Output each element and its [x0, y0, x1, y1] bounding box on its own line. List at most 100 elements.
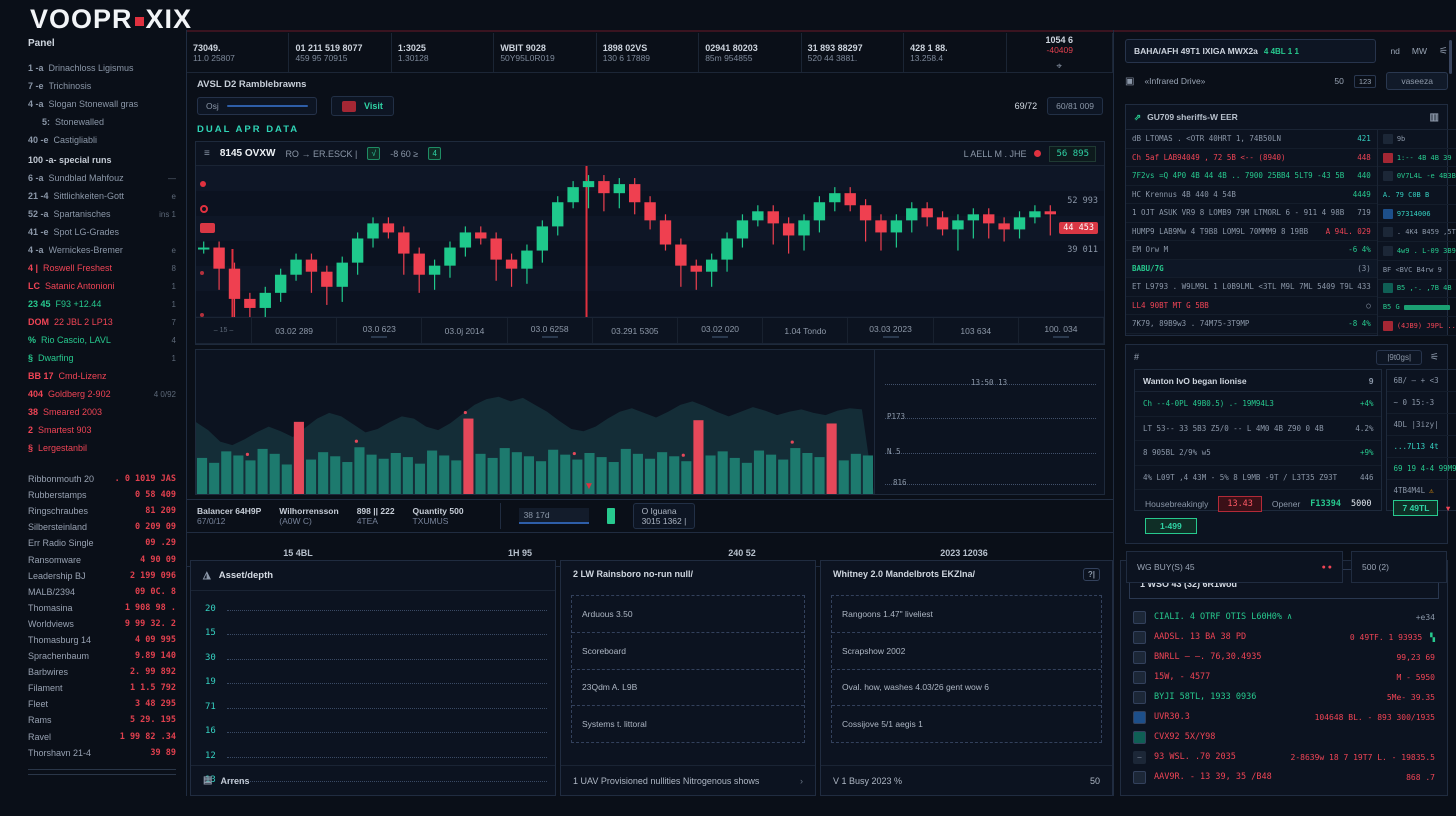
- down-red-icon[interactable]: ▼: [1444, 504, 1451, 513]
- watchlist-item[interactable]: 1 -aDrinachloss Ligismus: [28, 59, 176, 77]
- orderbook-row[interactable]: Ch 5af LAB94049 , 72 5B <-- (8940)448: [1126, 149, 1377, 168]
- panel-b-row[interactable]: Scoreboard: [572, 633, 804, 670]
- watchlist-item[interactable]: BB 17Cmd-Lizenz: [28, 367, 176, 385]
- orderbook-mini-row[interactable]: 4w9 . L-09 3B9 4B: [1378, 242, 1456, 261]
- toolbar-item[interactable]: RO → ER.ESCK |: [285, 149, 357, 159]
- watchlist-item[interactable]: LCSatanic Antonioni1: [28, 277, 176, 295]
- orderbook-row[interactable]: EM Orw M-6 4%: [1126, 241, 1377, 260]
- setup-row[interactable]: LT 53-- 33 5B3 Z5/0 -- L 4M0 4B Z90 0 4B…: [1135, 417, 1381, 442]
- orderbook-row[interactable]: dB LTOMAS . <OTR 40HRT 1, 74B50LN421: [1126, 130, 1377, 149]
- help-icon[interactable]: ?|: [1083, 568, 1100, 581]
- setup-row[interactable]: Ch --4-0PL 49B0.5) .- 19M94L3+4%: [1135, 392, 1381, 417]
- orderbook-row[interactable]: 1 OJT ASUK VR9 8 LOMB9 79M LTMORL 6 - 91…: [1126, 204, 1377, 223]
- watchlist-item[interactable]: 6 -aSundblad Mahfouz—: [28, 169, 176, 187]
- offer-row[interactable]: 15W, - 4577M - 5950: [1121, 667, 1447, 687]
- menu-icon[interactable]: ≡: [204, 148, 210, 159]
- range-slider[interactable]: Osj: [197, 97, 317, 115]
- watchlist-item[interactable]: DOM22 JBL 2 LP137: [28, 313, 176, 331]
- orderbook-mini-row[interactable]: BF <BVC B4rw 9: [1378, 261, 1456, 280]
- setup-side-row[interactable]: 6B/ — + <3: [1387, 370, 1456, 392]
- watchlist-item[interactable]: 404Goldberg 2-9024 0/92: [28, 385, 176, 403]
- panel-b-footer[interactable]: 1 UAV Provisioned nullities Nitrogenous …: [573, 776, 759, 786]
- panel-b-row[interactable]: 23Qdm A. L9B: [572, 670, 804, 707]
- orderbook-mini-row[interactable]: B5 ,-. ,7B 4B 4B: [1378, 280, 1456, 299]
- panel-b-row[interactable]: Arduous 3.50: [572, 596, 804, 633]
- panel-c-row[interactable]: Rangoons 1.47" liveliest: [832, 596, 1101, 633]
- orderbook-row[interactable]: HC Krennus 4B 440 4 54B4449: [1126, 186, 1377, 205]
- pair-search-input[interactable]: BAHA/AFH 49T1 IXIGA MWX2a 4 4BL 1 1: [1125, 39, 1376, 63]
- indicator-toggle-2[interactable]: 4: [428, 147, 441, 160]
- panel-c-row[interactable]: Oval. how, washes 4.03/26 gent wow 6: [832, 670, 1101, 707]
- watchlist-item[interactable]: §Lergestanbil: [28, 439, 176, 457]
- watchlist-item[interactable]: 7 -eTrichinosis: [28, 77, 176, 95]
- watchlist-item[interactable]: 5:Stonewalled: [28, 113, 176, 131]
- setup-side-row[interactable]: ~ 0 15:-3: [1387, 392, 1456, 414]
- watchlist-item[interactable]: 21 -4Sittlichkeiten-Gotte: [28, 187, 176, 205]
- toolbar-mid[interactable]: -8 60 ≥: [390, 149, 418, 159]
- offer-row[interactable]: UVR30.3104648 BL. - 893 300/1935: [1121, 707, 1447, 727]
- indicator-toggle-1[interactable]: √: [367, 147, 380, 160]
- watchlist-item[interactable]: 4 -aWernickes-Bremere: [28, 241, 176, 259]
- orderbook-row[interactable]: LL4 90BT MT G 5BB◯: [1126, 297, 1377, 316]
- panel-c-row[interactable]: Scrapshow 2002: [832, 633, 1101, 670]
- orderbook-row[interactable]: BABU/7G(3): [1126, 260, 1377, 279]
- volume-chart[interactable]: ▼: [196, 350, 874, 494]
- side-buy-button[interactable]: 7 49TL: [1393, 500, 1438, 516]
- setup-side-row[interactable]: 69 19 4-4 99M9T4: [1387, 458, 1456, 480]
- orderbook-row[interactable]: ET L9793 . W9LM9L 1 L0B9LML <3TL M9L 7ML…: [1126, 278, 1377, 297]
- watchlist-item[interactable]: 40 -eCastigliabli: [28, 131, 176, 149]
- watchlist-item[interactable]: 4 |Roswell Freshest8: [28, 259, 176, 277]
- sliders-settings-icon[interactable]: ⚟: [1439, 46, 1448, 57]
- orderbook-mini-row[interactable]: 0V7L4L -e 4B3B: [1378, 167, 1456, 186]
- visit-control[interactable]: Visit: [331, 96, 394, 116]
- link-nd[interactable]: nd: [1390, 46, 1399, 56]
- setup-row[interactable]: 4% L09T ,4 43M - 5% 8 L9MB -9T / L3T35 Z…: [1135, 466, 1381, 491]
- tune-icon[interactable]: ⚟: [1430, 352, 1439, 363]
- offer-row[interactable]: CIALI. 4 OTRF OTIS L60H0% ∧+e34: [1121, 607, 1447, 627]
- orderbook-mini-row[interactable]: 1:-- 4B 4B 39 4B: [1378, 149, 1456, 168]
- watchlist-item[interactable]: §Dwarfing1: [28, 349, 176, 367]
- panel-b-row[interactable]: Systems t. littoral: [572, 706, 804, 742]
- offer-row[interactable]: CVX92 5X/Y98: [1121, 727, 1447, 747]
- link-mw[interactable]: MW: [1412, 46, 1427, 56]
- vaseeza-button[interactable]: vaseeza: [1386, 72, 1448, 90]
- orderbook-row[interactable]: 7K79, 89B9w3 . 74M75-3T9MP-8 4%: [1126, 315, 1377, 334]
- orderbook-mini-row[interactable]: . 4K4 B459 ,5TL: [1378, 223, 1456, 242]
- orderbook-row[interactable]: HUMP9 LAB9Mw 4 T9B8 LOM9L 70MMM9 8 19BBA…: [1126, 223, 1377, 242]
- offer-row[interactable]: BYJI 58TL, 1933 09365Me- 39.35: [1121, 687, 1447, 707]
- watchlist-item[interactable]: 52 -aSpartanischesins 1: [28, 205, 176, 223]
- chip-123[interactable]: 123: [1354, 75, 1377, 88]
- orderbook-mini-row[interactable]: 97314006: [1378, 205, 1456, 224]
- slider-track[interactable]: [227, 105, 308, 107]
- panel-a-footer[interactable]: Arrens: [220, 776, 249, 786]
- setup-side-row[interactable]: 4DL |3izy|: [1387, 414, 1456, 436]
- iguana-box[interactable]: O Iguana 3015 1362 |: [633, 503, 696, 529]
- watchlist-item[interactable]: 2Smartest 903: [28, 421, 176, 439]
- grid-icon[interactable]: ▥: [1430, 112, 1439, 123]
- chevron-right-icon[interactable]: ›: [800, 776, 803, 786]
- setups-search-input[interactable]: |9t0gs|: [1376, 350, 1422, 365]
- setup-side-row[interactable]: ...7L13 4t: [1387, 436, 1456, 458]
- setup-row[interactable]: 8 905BL 2/9% w5+9%: [1135, 441, 1381, 466]
- orderbook-row[interactable]: 7F2vs =Q 4P0 4B 44 4B .. 7900 25BB4 5LT9…: [1126, 167, 1377, 186]
- watchlist-item[interactable]: 4 -aSlogan Stonewall gras: [28, 95, 176, 113]
- orderbook-mini-row[interactable]: A. 79 C0B B: [1378, 186, 1456, 205]
- orderbook-mini-row[interactable]: (4JB9) J9PL ..7B: [1378, 317, 1456, 336]
- offer-row[interactable]: AADSL. 13 BA 38 PD0 49TF. 1 93935▚: [1121, 627, 1447, 647]
- buy-button[interactable]: 1-499: [1145, 518, 1197, 534]
- panel-c-row[interactable]: Cossijove 5/1 aegis 1: [832, 706, 1101, 742]
- watchlist-item[interactable]: 38Smeared 2003: [28, 403, 176, 421]
- orderbook-mini-row[interactable]: 9b: [1378, 130, 1456, 149]
- watchlist-item[interactable]: 41 -eSpot LG-Grades: [28, 223, 176, 241]
- pin-icon[interactable]: ⌖: [1056, 61, 1062, 72]
- orderbook-mini-row[interactable]: B5 G: [1378, 298, 1456, 317]
- watchlist-item[interactable]: 23 45F93 +12.441: [28, 295, 176, 313]
- ratio-box[interactable]: 60/81 009: [1047, 97, 1103, 115]
- candlestick-plot[interactable]: 52 99344 45339 011: [196, 166, 1104, 318]
- offer-row[interactable]: AAV9R. - 13 39, 35 /B48868 .7: [1121, 767, 1447, 787]
- offer-row[interactable]: BNRLL — —. 76,30.493599,23 69: [1121, 647, 1447, 667]
- scrollbar-thumb[interactable]: [1449, 40, 1452, 74]
- amount-input[interactable]: 38 17d: [519, 508, 589, 524]
- watchlist-item[interactable]: %Rio Cascio, LAVL4: [28, 331, 176, 349]
- offer-row[interactable]: —93 WSL. .70 20352-8639w 18 7 19T7 L. - …: [1121, 747, 1447, 767]
